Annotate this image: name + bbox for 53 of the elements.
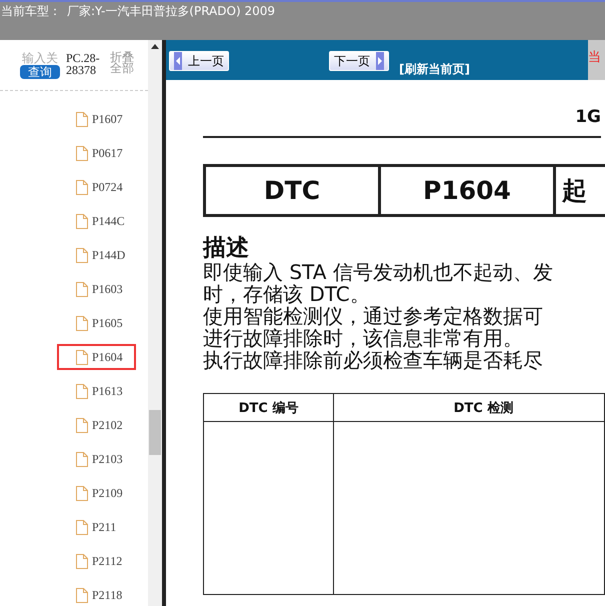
query-button[interactable]: 查询 — [20, 65, 60, 79]
scrollbar-thumb[interactable] — [149, 410, 161, 455]
document-icon — [76, 418, 88, 432]
car-model-label: 当前车型： — [1, 3, 61, 20]
document-icon — [76, 554, 88, 568]
scroll-up-icon[interactable] — [151, 44, 159, 49]
next-page-button[interactable]: 下一页 — [329, 51, 389, 71]
tree-item[interactable]: P211 — [57, 514, 136, 540]
document-icon — [76, 146, 88, 160]
tree-item[interactable]: P144D — [57, 242, 136, 268]
tree-item[interactable]: P1603 — [57, 276, 136, 302]
description-line: 进行故障排除时，该信息非常有用。 — [203, 327, 524, 349]
tree-item[interactable]: P2102 — [57, 412, 136, 438]
document-icon — [76, 180, 88, 194]
document-icon — [76, 316, 88, 330]
table-cell-text: 起 — [560, 175, 588, 207]
car-model-value: 厂家:Y-一汽丰田普拉多(PRADO) 2009 — [67, 3, 275, 20]
tree-item[interactable]: P2109 — [57, 480, 136, 506]
document-icon — [76, 282, 88, 296]
previous-page-button[interactable]: 上一页 — [169, 51, 229, 71]
current-page-label: 当 — [588, 40, 605, 80]
document-icon — [76, 112, 88, 126]
column-header: DTC 编号 — [204, 394, 334, 422]
document-icon — [76, 520, 88, 534]
table-cell: DTC — [206, 167, 381, 214]
tree-item[interactable]: P144C — [57, 208, 136, 234]
description-line: 执行故障排除前必须检查车辆是否耗尽 — [203, 349, 544, 371]
table-cell: P1604 — [381, 167, 556, 214]
manual-code: PC.28-28378 — [66, 52, 101, 79]
document-icon — [76, 214, 88, 228]
page-header: 1G — [575, 107, 601, 127]
document-icon — [76, 350, 88, 364]
column-header: DTC 检测 — [334, 394, 605, 422]
tree-item[interactable]: P2103 — [57, 446, 136, 472]
refresh-page-link[interactable]: [刷新当前页] — [399, 61, 470, 78]
tree-item[interactable]: P2118 — [57, 582, 136, 606]
description-line: 即使输入 STA 信号发动机也不起动、发 — [203, 261, 554, 283]
document-icon — [76, 588, 88, 602]
input-label: 输入关 — [22, 52, 58, 65]
document-icon — [76, 384, 88, 398]
tree-item[interactable]: P0617 — [57, 140, 136, 166]
description-line: 使用智能检测仪，通过参考定格数据可 — [203, 305, 544, 327]
tree-item[interactable]: P1605 — [57, 310, 136, 336]
section-heading: 描述 — [203, 235, 250, 261]
document-icon — [76, 452, 88, 466]
tree-item[interactable]: P0724 — [57, 174, 136, 200]
document-icon — [76, 248, 88, 262]
tree-item[interactable]: P1607 — [57, 106, 136, 132]
description-line: 时，存储该 DTC。 — [203, 283, 371, 305]
tree-item[interactable]: P1604 — [57, 344, 136, 370]
tree-item[interactable]: P2112 — [57, 548, 136, 574]
tree-item[interactable]: P1613 — [57, 378, 136, 404]
document-icon — [76, 486, 88, 500]
